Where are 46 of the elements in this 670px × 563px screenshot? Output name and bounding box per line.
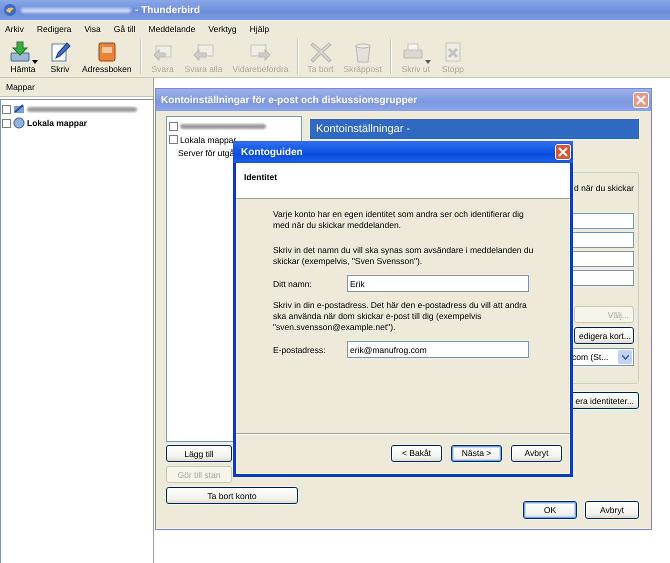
wizard-button[interactable]: < Bakåt: [391, 444, 442, 462]
toolbar-button[interactable]: Hämta: [3, 39, 43, 74]
input-field[interactable]: [572, 270, 634, 286]
input-field[interactable]: [572, 213, 634, 229]
caret-icon[interactable]: [32, 60, 38, 64]
description-text: d när du skickar: [574, 183, 634, 193]
close-button[interactable]: [633, 92, 649, 108]
page-title: Identitet: [244, 172, 278, 182]
menu-item[interactable]: Visa: [84, 24, 101, 34]
input-field[interactable]: [572, 251, 634, 267]
dialog-button[interactable]: Avbryt: [585, 501, 639, 519]
name-field[interactable]: Erik: [347, 275, 529, 292]
delete-icon: [308, 40, 333, 64]
app-icon: [3, 3, 17, 17]
toolbar-button[interactable]: Adressboken: [77, 39, 141, 74]
help-text: Skriv in din e-postadress. Det här den e-postadress du vill att andra ska använda när dom skickar e-post till dig (exempelvis "sven.svensson@example.net").: [273, 300, 528, 333]
remove-account-button[interactable]: Ta bort konto: [166, 487, 298, 504]
window-title: - Thunderbird: [135, 4, 200, 16]
menu-item[interactable]: Verktyg: [208, 24, 237, 34]
field-label: E-postadress:: [273, 344, 326, 354]
toolbar-button[interactable]: Skriv: [43, 39, 77, 74]
edit-card-button[interactable]: edigera kort...: [574, 327, 634, 344]
menu-item[interactable]: Hjälp: [250, 24, 270, 34]
account-icon: [13, 103, 25, 115]
help-text: Skriv in det namn du vill ska synas som avsändare i meddelanden du skickar (exempelvis, "Sven Svensson").: [273, 245, 534, 267]
dialog-title: Kontoinställningar för e-post och diskussionsgrupper: [161, 94, 418, 106]
menu-item[interactable]: Arkiv: [5, 24, 24, 34]
settings-header: Kontoinställningar -: [310, 119, 639, 139]
menu-item[interactable]: Gå till: [114, 24, 136, 34]
close-button[interactable]: [555, 144, 571, 160]
field-label: Ditt namn:: [273, 278, 313, 288]
account-button[interactable]: Lägg till: [166, 445, 232, 462]
intro-text: Varje konto har en egen identitet som andra ser och identifierar dig med när du skickar meddelanden.: [273, 209, 525, 231]
folder-label[interactable]: Lokala mappar: [27, 118, 87, 128]
dialog-button[interactable]: OK: [523, 501, 577, 519]
download-icon: [8, 40, 32, 64]
pane-title: Mappar: [6, 82, 35, 92]
globe-icon: [13, 117, 25, 129]
menu-item[interactable]: Meddelande: [148, 24, 196, 34]
wizard-button[interactable]: Avbryt: [511, 444, 562, 462]
input-field[interactable]: [572, 232, 634, 248]
wizard-button[interactable]: Nästa >: [451, 444, 502, 462]
folder-label[interactable]: Lokala mappar: [180, 134, 236, 144]
menu-item[interactable]: Redigera: [36, 24, 72, 34]
email-field[interactable]: erik@manufrog.com: [347, 341, 529, 358]
dialog-title: Kontoguiden: [241, 146, 303, 158]
